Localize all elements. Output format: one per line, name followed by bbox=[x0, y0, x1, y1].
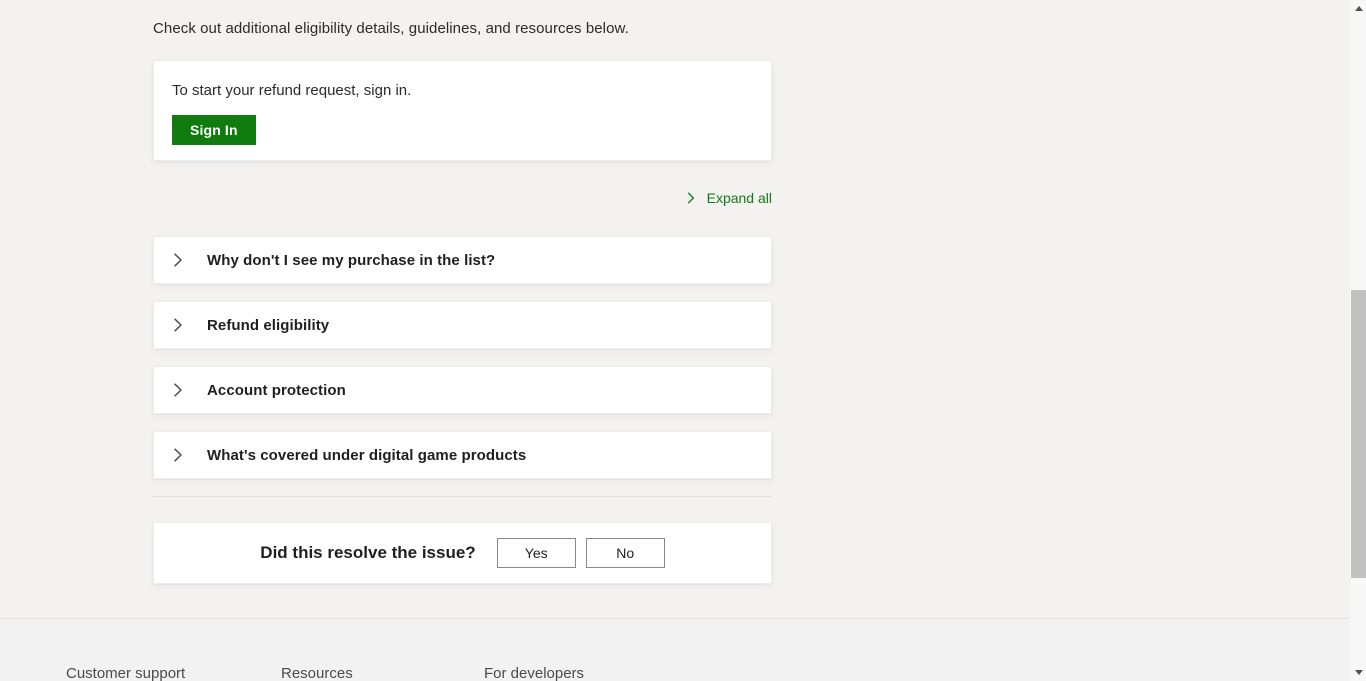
expand-all-row: Expand all bbox=[153, 187, 772, 209]
main-content-column: Check out additional eligibility details… bbox=[153, 0, 772, 584]
accordion-item-digital-game-products[interactable]: What's covered under digital game produc… bbox=[153, 431, 772, 479]
chevron-right-icon bbox=[169, 251, 187, 269]
footer-column-title: Resources bbox=[281, 665, 484, 681]
feedback-yes-button[interactable]: Yes bbox=[497, 538, 576, 568]
vertical-scrollbar[interactable] bbox=[1349, 0, 1366, 681]
accordion-item-label: What's covered under digital game produc… bbox=[207, 447, 526, 464]
chevron-right-icon bbox=[169, 446, 187, 464]
intro-paragraph: Check out additional eligibility details… bbox=[153, 0, 772, 39]
feedback-card: Did this resolve the issue? Yes No bbox=[153, 522, 772, 584]
site-footer: Customer support Resources For developer… bbox=[0, 618, 1349, 681]
footer-column-customer-support: Customer support bbox=[66, 665, 281, 681]
faq-accordion: Why don't I see my purchase in the list?… bbox=[153, 236, 772, 479]
accordion-item-account-protection[interactable]: Account protection bbox=[153, 366, 772, 414]
feedback-question: Did this resolve the issue? bbox=[260, 543, 475, 563]
accordion-item-refund-eligibility[interactable]: Refund eligibility bbox=[153, 301, 772, 349]
page-root: Check out additional eligibility details… bbox=[0, 0, 1349, 681]
footer-column-title: Customer support bbox=[66, 665, 281, 681]
sign-in-prompt: To start your refund request, sign in. bbox=[172, 81, 753, 101]
footer-column-resources: Resources bbox=[281, 665, 484, 681]
footer-columns: Customer support Resources For developer… bbox=[66, 665, 684, 681]
feedback-no-button[interactable]: No bbox=[586, 538, 665, 568]
sign-in-card: To start your refund request, sign in. S… bbox=[153, 60, 772, 161]
section-divider bbox=[153, 496, 772, 497]
accordion-item-label: Refund eligibility bbox=[207, 317, 329, 334]
chevron-right-icon bbox=[169, 316, 187, 334]
accordion-item-label: Why don't I see my purchase in the list? bbox=[207, 252, 495, 269]
footer-column-for-developers: For developers bbox=[484, 665, 684, 681]
sign-in-button[interactable]: Sign In bbox=[172, 115, 256, 145]
expand-all-label: Expand all bbox=[707, 190, 772, 206]
scroll-down-arrow-icon[interactable] bbox=[1350, 664, 1366, 681]
chevron-right-icon bbox=[169, 381, 187, 399]
expand-all-link[interactable]: Expand all bbox=[684, 190, 772, 206]
accordion-item-why-no-purchase[interactable]: Why don't I see my purchase in the list? bbox=[153, 236, 772, 284]
chevron-right-icon bbox=[684, 191, 698, 205]
scrollbar-thumb[interactable] bbox=[1351, 290, 1366, 578]
scroll-up-arrow-icon[interactable] bbox=[1350, 0, 1366, 17]
accordion-item-label: Account protection bbox=[207, 382, 346, 399]
footer-column-title: For developers bbox=[484, 665, 684, 681]
